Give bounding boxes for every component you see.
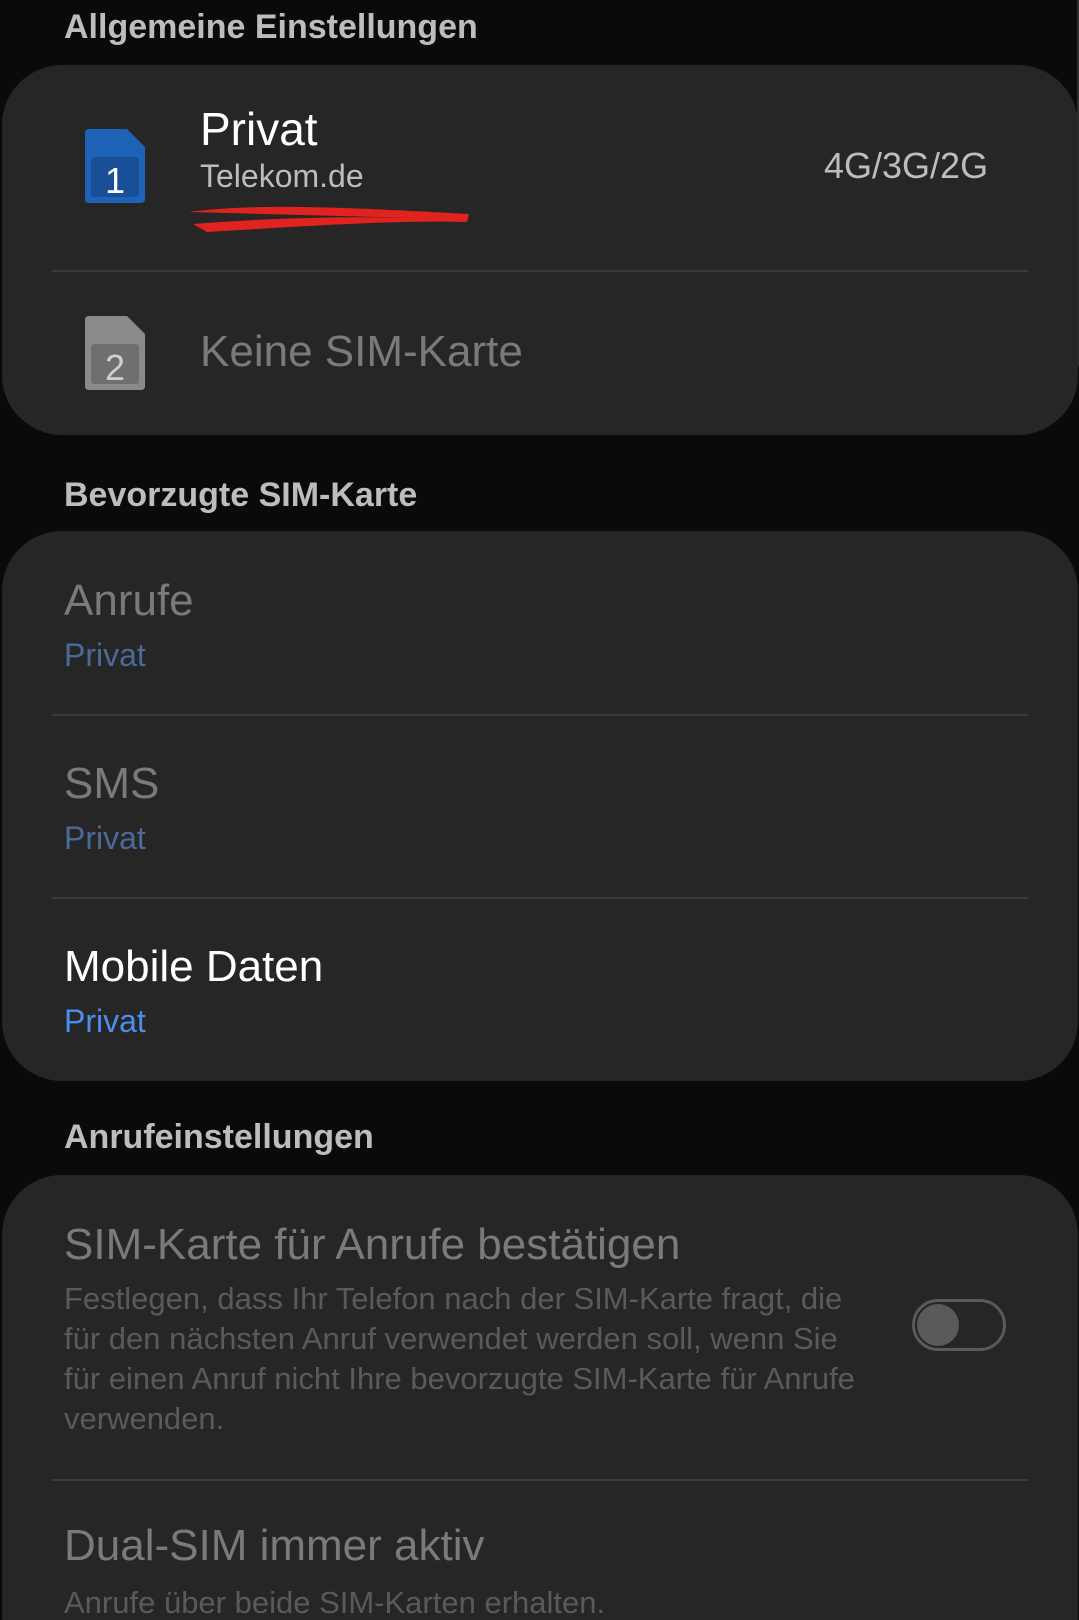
preferred-mobile-data-row[interactable]: Mobile Daten Privat [2, 899, 1078, 1081]
sim-cards-card: 1 Privat Telekom.de 4G/3G/2G 2 Keine SIM… [2, 65, 1078, 435]
sim-card-2-number: 2 [105, 347, 125, 388]
section-header-call-settings: Anrufeinstellungen [64, 1118, 374, 1156]
sim1-network-mode: 4G/3G/2G [824, 145, 989, 186]
dual-sim-row[interactable]: Dual-SIM immer aktiv Anrufe über beide S… [2, 1481, 1078, 1620]
preferred-sms-title: SMS [64, 759, 160, 808]
sim-card-1-icon: 1 [85, 129, 145, 203]
confirm-sim-title: SIM-Karte für Anrufe bestätigen [64, 1220, 681, 1269]
call-settings-card: SIM-Karte für Anrufe bestätigen Festlege… [2, 1175, 1078, 1620]
preferred-sms-value: Privat [64, 820, 146, 856]
sim2-row[interactable]: 2 Keine SIM-Karte [2, 272, 1078, 435]
preferred-calls-title: Anrufe [64, 576, 194, 625]
sim1-name: Privat [200, 103, 318, 155]
sim1-carrier: Telekom.de [200, 158, 364, 194]
dual-sim-description: Anrufe über beide SIM-Karten erhalten. [64, 1585, 606, 1620]
confirm-sim-description: Festlegen, dass Ihr Telefon nach der SIM… [64, 1281, 855, 1436]
sim-card-1-number: 1 [105, 160, 125, 201]
sim1-row[interactable]: 1 Privat Telekom.de 4G/3G/2G [2, 65, 1078, 270]
redacted-phone-number [189, 206, 469, 232]
preferred-mobile-data-title: Mobile Daten [64, 942, 324, 991]
preferred-calls-row[interactable]: Anrufe Privat [2, 531, 1078, 714]
sim2-label: Keine SIM-Karte [200, 327, 523, 376]
toggle-knob [917, 1304, 959, 1346]
preferred-calls-value: Privat [64, 637, 146, 673]
preferred-sms-row[interactable]: SMS Privat [2, 716, 1078, 897]
confirm-sim-toggle[interactable] [912, 1299, 1006, 1351]
preferred-mobile-data-value: Privat [64, 1003, 146, 1039]
section-header-preferred: Bevorzugte SIM-Karte [64, 476, 418, 514]
sim-card-manager-screen: Allgemeine Einstellungen 1 Privat Teleko… [0, 0, 1079, 1620]
preferred-sim-card: Anrufe Privat SMS Privat Mobile Daten Pr… [2, 531, 1078, 1081]
section-header-general: Allgemeine Einstellungen [64, 8, 478, 46]
dual-sim-title: Dual-SIM immer aktiv [64, 1521, 485, 1570]
confirm-sim-row[interactable]: SIM-Karte für Anrufe bestätigen Festlege… [2, 1175, 1078, 1479]
sim-card-2-icon: 2 [85, 316, 145, 390]
